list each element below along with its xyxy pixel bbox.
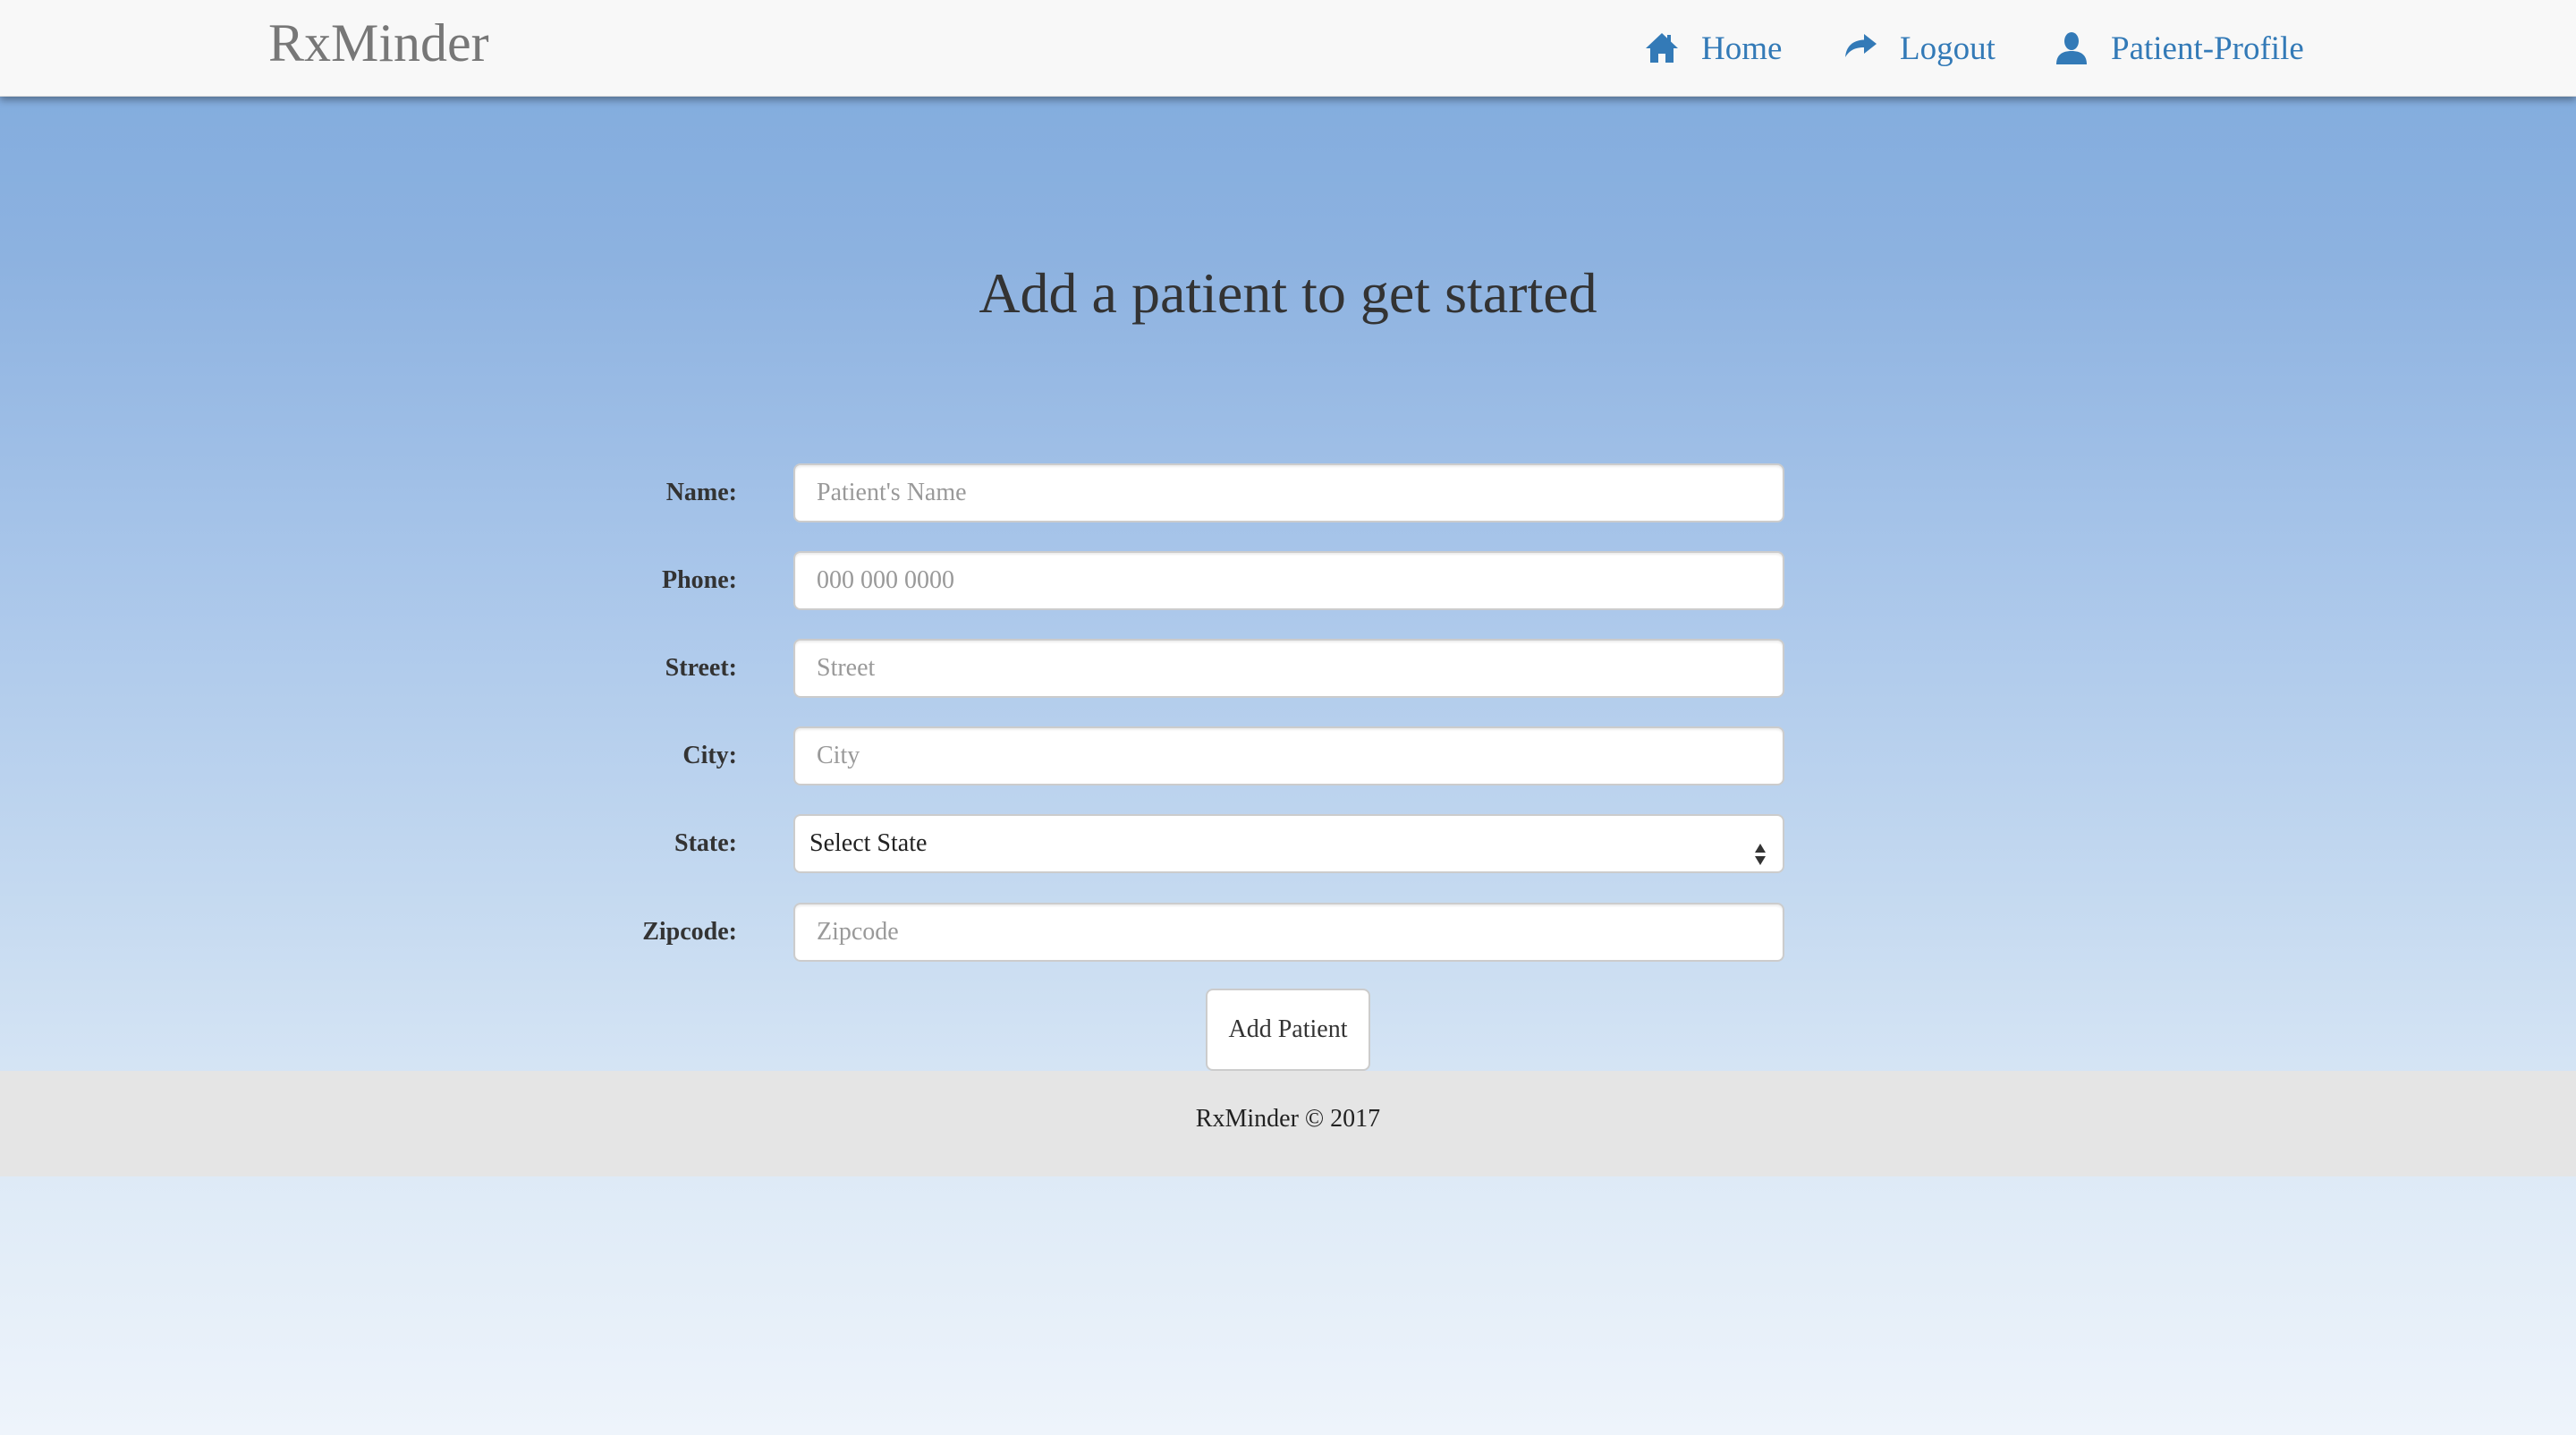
form-row-name: Name: (0, 463, 2576, 522)
name-input[interactable] (793, 463, 1784, 522)
page-title: Add a patient to get started (979, 261, 1597, 325)
city-input[interactable] (793, 726, 1784, 785)
state-label: State: (674, 829, 737, 857)
top-navbar: RxMinder Home Logout Patient-Profile (0, 0, 2576, 97)
share-arrow-icon (1843, 30, 1878, 66)
form-row-zipcode: Zipcode: (0, 903, 2576, 962)
nav-patient-profile-label: Patient-Profile (2111, 30, 2304, 67)
name-label: Name: (665, 479, 737, 506)
nav-home-label: Home (1701, 30, 1783, 67)
street-label: Street: (665, 654, 737, 682)
city-label: City: (682, 742, 737, 769)
brand-logo[interactable]: RxMinder (268, 11, 489, 75)
nav-logout-link[interactable]: Logout (1843, 18, 1996, 79)
user-icon (2054, 30, 2089, 66)
nav-logout-label: Logout (1900, 30, 1996, 67)
form-row-phone: Phone: (0, 551, 2576, 610)
zipcode-input[interactable] (793, 903, 1784, 962)
phone-label: Phone: (662, 566, 737, 594)
state-select-value: Select State (809, 829, 928, 857)
add-patient-button[interactable]: Add Patient (1206, 989, 1370, 1071)
form-row-street: Street: (0, 639, 2576, 698)
form-row-state: State: Select State (0, 814, 2576, 873)
footer-copyright: RxMinder © 2017 (1195, 1105, 1381, 1133)
nav-patient-profile-link[interactable]: Patient-Profile (2054, 18, 2304, 79)
select-arrows-icon (1754, 832, 1767, 865)
nav-home-link[interactable]: Home (1644, 18, 1782, 79)
phone-input[interactable] (793, 551, 1784, 610)
footer: RxMinder © 2017 (0, 1071, 2576, 1176)
street-input[interactable] (793, 639, 1784, 698)
home-icon (1644, 30, 1680, 66)
state-select[interactable]: Select State (793, 814, 1784, 873)
form-row-city: City: (0, 726, 2576, 785)
zipcode-label: Zipcode: (642, 918, 737, 946)
